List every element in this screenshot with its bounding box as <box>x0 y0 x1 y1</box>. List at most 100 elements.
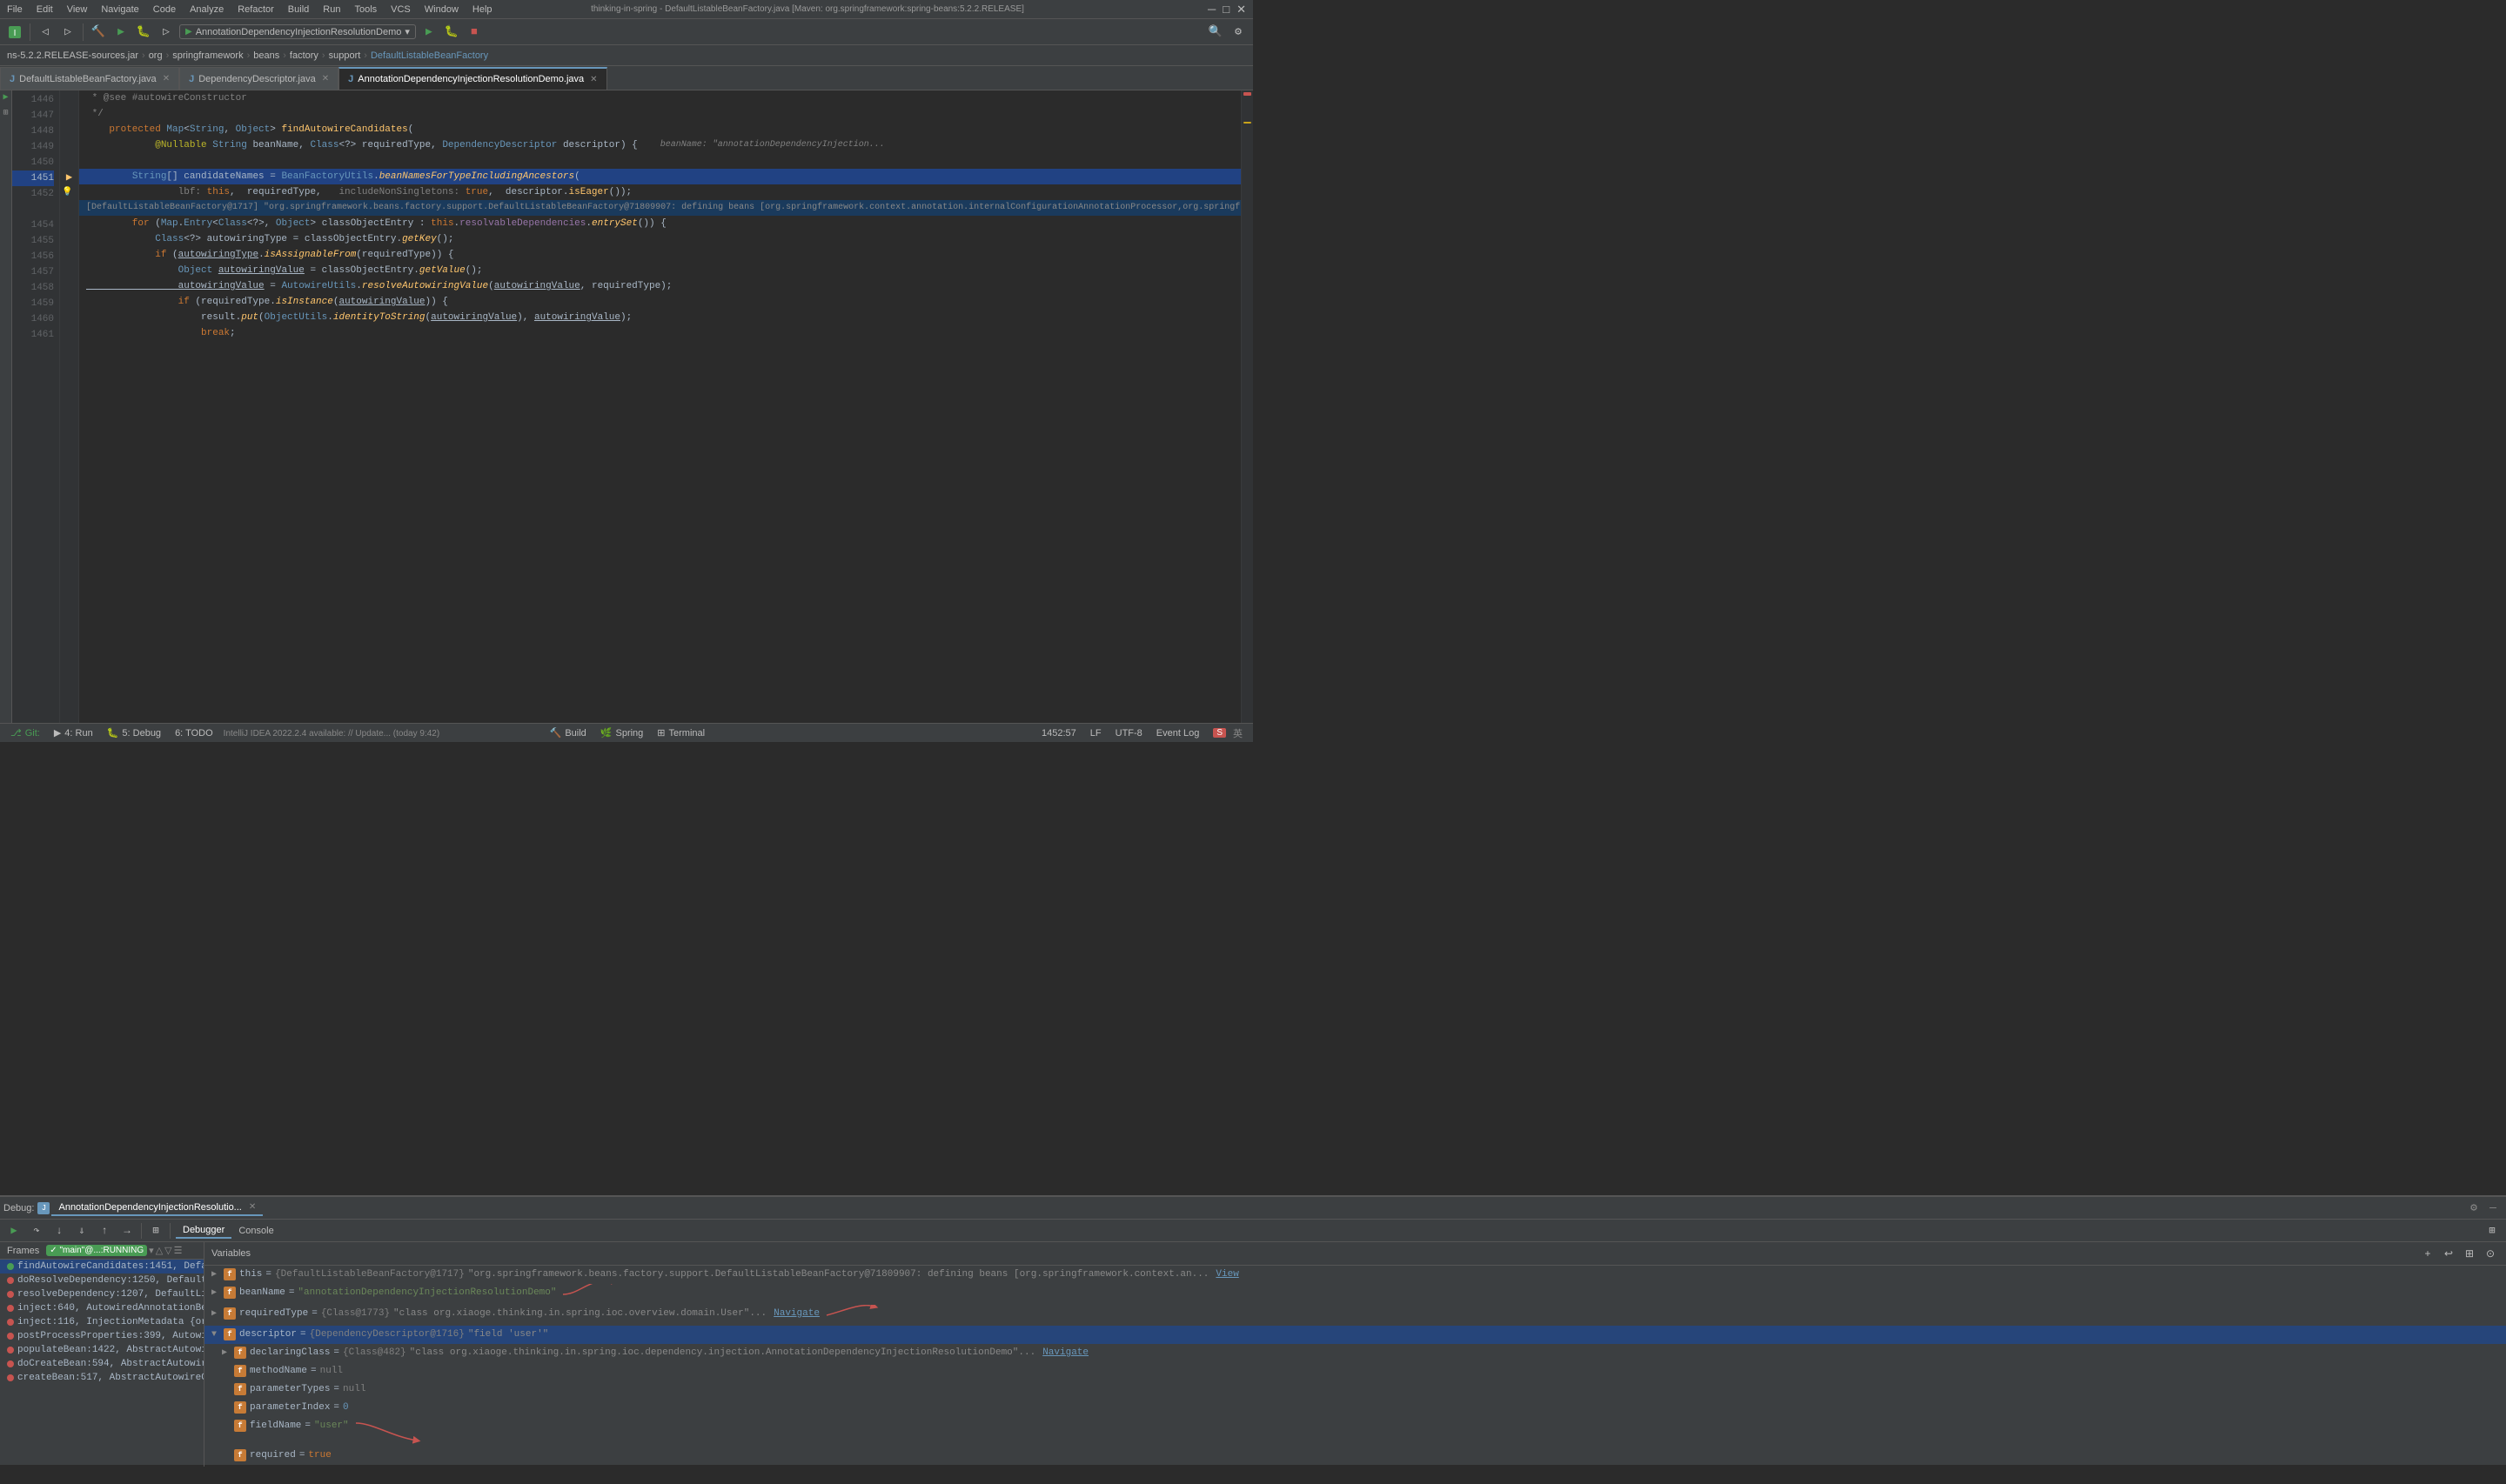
menu-help[interactable]: Help <box>472 4 492 15</box>
tab-close-1[interactable]: ✕ <box>163 74 170 84</box>
settings-button[interactable]: ⚙ <box>1229 23 1248 42</box>
var-beanname-expand[interactable]: ▶ <box>211 1286 220 1300</box>
var-settings-button[interactable]: ⊙ <box>2482 1245 2499 1262</box>
status-charset[interactable]: UTF-8 <box>1112 728 1146 739</box>
menu-tools[interactable]: Tools <box>354 4 377 15</box>
debug-minimize-button[interactable]: — <box>2483 1199 2503 1218</box>
debug-tab-session[interactable]: AnnotationDependencyInjectionResolutio..… <box>51 1200 263 1216</box>
status-spring[interactable]: 🌿 Spring <box>597 727 647 739</box>
thread-up-arrow[interactable]: △ <box>156 1245 163 1256</box>
var-declaringclass[interactable]: ▶ f declaringClass = {Class@482} "class … <box>204 1344 2506 1362</box>
lightbulb-icon[interactable]: 💡 <box>62 187 72 197</box>
var-this-navigate[interactable]: View <box>1216 1267 1238 1282</box>
tab-close-2[interactable]: ✕ <box>322 74 329 84</box>
menu-window[interactable]: Window <box>425 4 459 15</box>
menu-build[interactable]: Build <box>288 4 309 15</box>
frame-item-4[interactable]: inject:116, InjectionMetadata {org.sprin… <box>0 1315 204 1329</box>
notification-icon[interactable]: S <box>1213 728 1226 738</box>
breadcrumb-support[interactable]: support <box>329 50 361 61</box>
var-copy-button[interactable]: ⊞ <box>2461 1245 2478 1262</box>
frame-item-2[interactable]: resolveDependency:1207, DefaultListableB… <box>0 1287 204 1301</box>
frame-item-6[interactable]: populateBean:1422, AbstractAutowireCapab… <box>0 1343 204 1357</box>
var-declaringclass-navigate[interactable]: Navigate <box>1042 1346 1089 1360</box>
var-parametertypes[interactable]: f parameterTypes = null <box>204 1380 2506 1399</box>
minimize-button[interactable]: ─ <box>1208 3 1216 17</box>
stop-button[interactable]: ■ <box>465 23 484 42</box>
var-requiredtype[interactable]: ▶ f requiredType = {Class@1773} "class o… <box>204 1305 2506 1326</box>
var-this[interactable]: ▶ f this = {DefaultListableBeanFactory@1… <box>204 1266 2506 1284</box>
tab-dependencydescriptor[interactable]: J DependencyDescriptor.java ✕ <box>179 67 338 90</box>
search-everywhere[interactable]: 🔍 <box>1206 23 1225 42</box>
status-todo[interactable]: 6: TODO <box>171 728 217 739</box>
run-config-run[interactable]: ▶ <box>419 23 439 42</box>
debug-settings-button[interactable]: ⚙ <box>2464 1199 2483 1218</box>
var-declaringclass-expand[interactable]: ▶ <box>222 1346 231 1360</box>
breadcrumb-org[interactable]: org <box>149 50 163 61</box>
var-this-expand[interactable]: ▶ <box>211 1267 220 1282</box>
thread-down-arrow[interactable]: ▽ <box>164 1245 171 1256</box>
menu-analyze[interactable]: Analyze <box>190 4 224 15</box>
tab-annotationdependencyinjection[interactable]: J AnnotationDependencyInjectionResolutio… <box>338 67 606 90</box>
evaluate-button[interactable]: ⊞ <box>147 1222 164 1240</box>
var-fieldname[interactable]: f fieldName = "user" <box>204 1417 2506 1447</box>
menu-view[interactable]: View <box>67 4 88 15</box>
menu-refactor[interactable]: Refactor <box>238 4 274 15</box>
menu-edit[interactable]: Edit <box>37 4 53 15</box>
debug-session-close[interactable]: ✕ <box>249 1202 256 1212</box>
var-requiredtype-expand[interactable]: ▶ <box>211 1307 220 1321</box>
var-restore-button[interactable]: ↩ <box>2440 1245 2457 1262</box>
run-button[interactable]: ▶ <box>111 23 131 42</box>
var-add-button[interactable]: + <box>2419 1245 2436 1262</box>
thread-selector[interactable]: ✓ "main"@...:RUNNING ▾ △ ▽ ☰ <box>46 1245 182 1256</box>
force-step-into-button[interactable]: ⇓ <box>73 1222 90 1240</box>
coverage-button[interactable]: ▷ <box>157 23 176 42</box>
run-config-dropdown[interactable]: ▶ AnnotationDependencyInjectionResolutio… <box>179 24 416 39</box>
status-encoding[interactable]: LF <box>1087 728 1105 739</box>
run-config-debug[interactable]: 🐛 <box>442 23 461 42</box>
back-button[interactable]: ◁ <box>36 23 55 42</box>
step-out-button[interactable]: ↑ <box>96 1222 113 1240</box>
menu-file[interactable]: File <box>7 4 23 15</box>
debug-button[interactable]: 🐛 <box>134 23 153 42</box>
status-eventlog[interactable]: Event Log <box>1153 728 1203 739</box>
var-eager[interactable]: f eager = true <box>204 1465 2506 1467</box>
breadcrumb-class[interactable]: DefaultListableBeanFactory <box>371 50 488 61</box>
var-requiredtype-navigate[interactable]: Navigate <box>774 1307 820 1321</box>
step-over-button[interactable]: ↷ <box>28 1222 45 1240</box>
tab-defaultlistablebeanfactory[interactable]: J DefaultListableBeanFactory.java ✕ <box>0 67 179 90</box>
status-git[interactable]: ⎇ Git: <box>7 727 44 739</box>
var-parameterindex[interactable]: f parameterIndex = 0 <box>204 1399 2506 1417</box>
frame-item-7[interactable]: doCreateBean:594, AbstractAutowireCapabl… <box>0 1357 204 1371</box>
menu-run[interactable]: Run <box>323 4 340 15</box>
breadcrumb-jar[interactable]: ns-5.2.2.RELEASE-sources.jar <box>7 50 138 61</box>
frame-item-8[interactable]: createBean:517, AbstractAutowireCapable.… <box>0 1371 204 1385</box>
frame-item-0[interactable]: findAutowireCandidates:1451, DefaultList… <box>0 1260 204 1273</box>
menu-vcs[interactable]: VCS <box>391 4 411 15</box>
menu-code[interactable]: Code <box>153 4 176 15</box>
frame-item-1[interactable]: doResolveDependency:1250, DefaultListab.… <box>0 1273 204 1287</box>
frame-item-5[interactable]: postProcessProperties:399, AutowiredAnn.… <box>0 1329 204 1343</box>
status-build[interactable]: 🔨 Build <box>546 727 590 739</box>
status-debug[interactable]: 🐛 5: Debug <box>104 727 164 739</box>
run-to-cursor-button[interactable]: → <box>118 1222 136 1240</box>
var-descriptor[interactable]: ▼ f descriptor = {DependencyDescriptor@1… <box>204 1326 2506 1344</box>
thread-filter-icon[interactable]: ☰ <box>174 1245 183 1256</box>
build-button[interactable]: 🔨 <box>89 23 108 42</box>
close-button[interactable]: ✕ <box>1236 3 1246 17</box>
restore-layout-button[interactable]: ⊞ <box>2483 1222 2501 1240</box>
status-terminal[interactable]: ⊞ Terminal <box>653 727 708 739</box>
console-tab[interactable]: Console <box>231 1223 280 1239</box>
menu-navigate[interactable]: Navigate <box>101 4 138 15</box>
status-run[interactable]: ▶ 4: Run <box>50 727 97 739</box>
sidebar-bookmark-icon[interactable]: ⊞ <box>3 108 8 118</box>
resume-button[interactable]: ▶ <box>5 1222 23 1240</box>
breadcrumb-springframework[interactable]: springframework <box>172 50 243 61</box>
var-beanname[interactable]: ▶ f beanName = "annotationDependencyInje… <box>204 1284 2506 1305</box>
var-descriptor-expand[interactable]: ▼ <box>211 1327 220 1342</box>
forward-button[interactable]: ▷ <box>58 23 77 42</box>
debugger-tab[interactable]: Debugger <box>176 1223 231 1239</box>
tab-close-3[interactable]: ✕ <box>590 75 597 84</box>
maximize-button[interactable]: □ <box>1223 3 1230 17</box>
breadcrumb-factory[interactable]: factory <box>290 50 318 61</box>
sidebar-run-icon[interactable]: ▶ <box>3 92 8 103</box>
